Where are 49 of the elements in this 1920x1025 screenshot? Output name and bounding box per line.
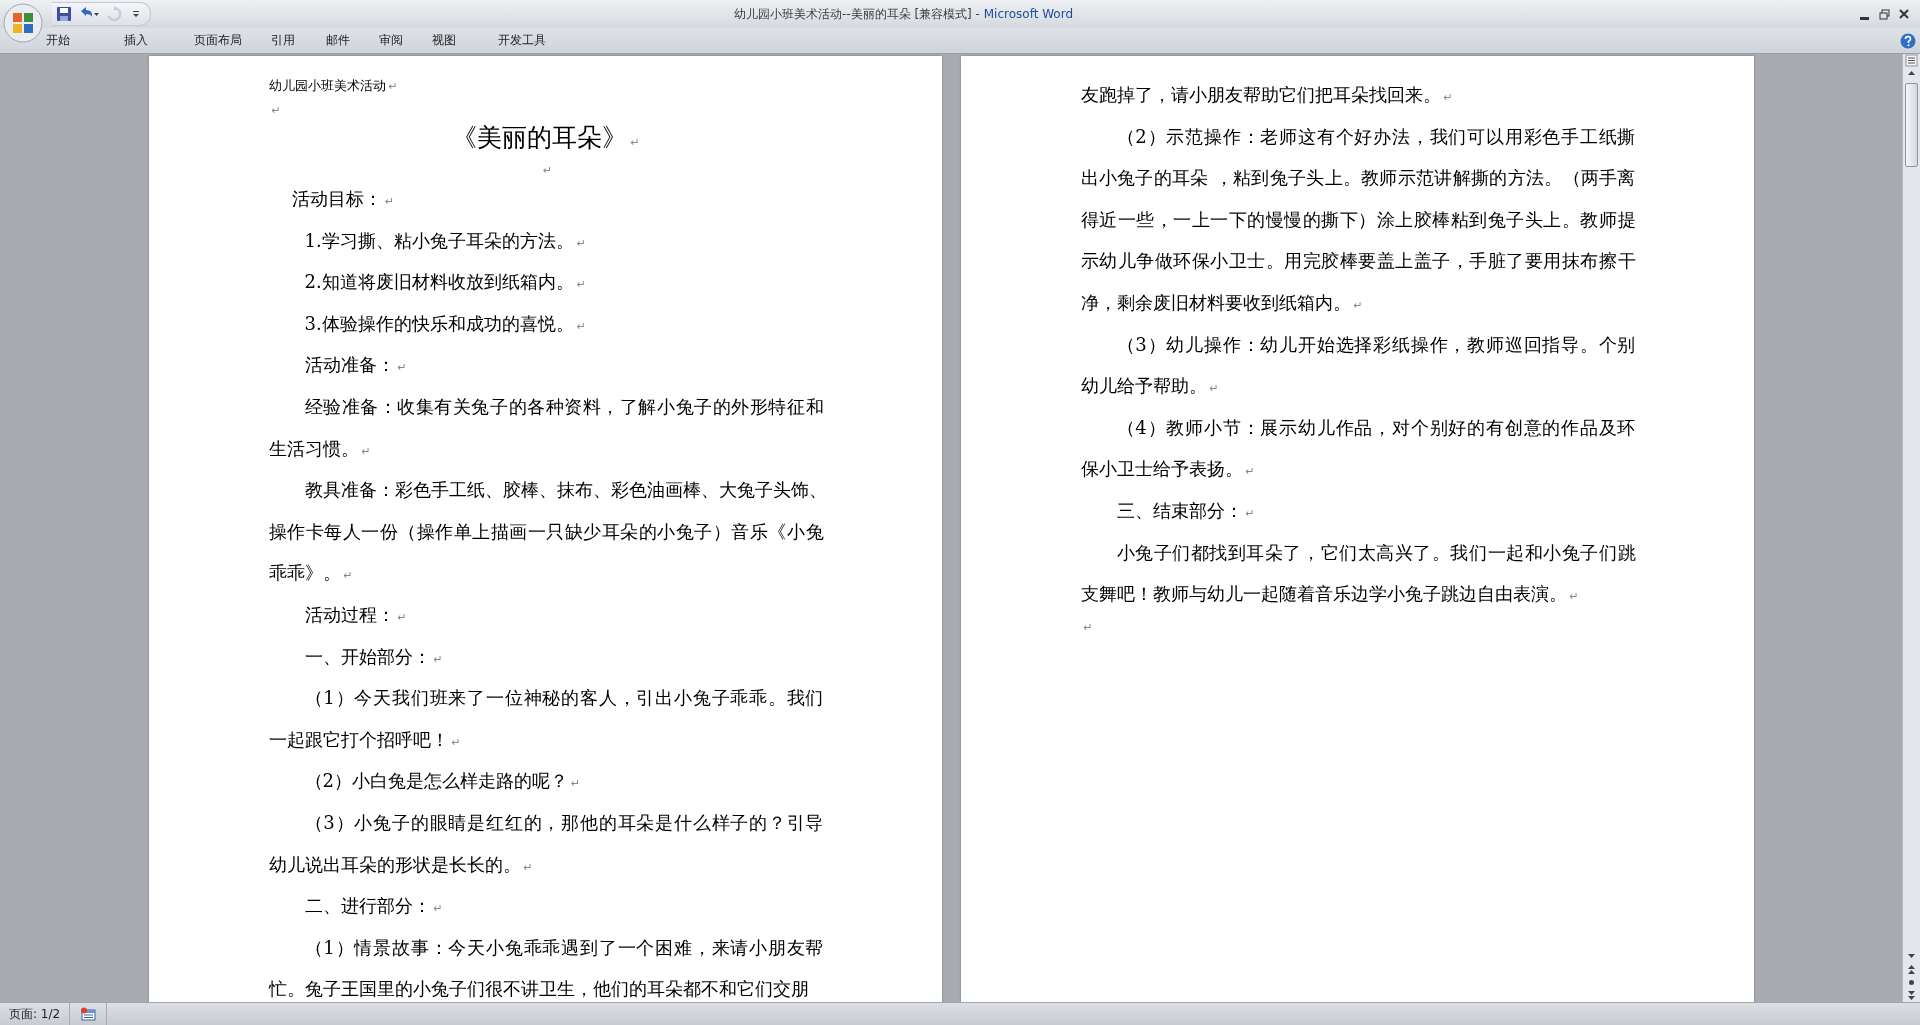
restore-icon (1878, 8, 1890, 20)
paragraph: 2.知道将废旧材料收放到纸箱内。 ↵ (303, 270, 587, 295)
paragraph: 3.体验操作的快乐和成功的喜悦。 ↵ (303, 311, 587, 336)
close-icon (1899, 9, 1909, 19)
save-button[interactable] (56, 6, 72, 22)
paragraph: 1.学习撕、粘小兔子耳朵的方法。 ↵ (303, 228, 587, 253)
paragraph: （2）示范操作：老师这有个好办法，我们可以用彩色手工纸撕 出小兔子的耳朵 ，粘到兔子头上。教师示范讲解撕的方法。（两手离 得近一些，一上一下的慢慢的撕下）涂上胶棒粘到兔子头上。教师提 示幼儿争做环保小卫士。用完胶棒要盖上盖子，手脏了要用抹布擦干 净，剩余废旧材料要收到纸箱内。 ↵ (1080, 124, 1636, 315)
help-icon[interactable] (1900, 32, 1916, 49)
paragraph: （1）情景故事：今天小兔乖乖遇到了一个困难，来请小朋友帮 忙。兔子王国里的小兔子们很不讲卫生，他们的耳朵都不和它们交朋 (268, 935, 824, 1002)
redo-icon (106, 6, 122, 22)
minimize-icon (1859, 16, 1869, 20)
vertical-scrollbar[interactable] (1902, 54, 1920, 1002)
paragraph-mark: ↵ (541, 163, 554, 178)
document-header-text: 幼儿园小班美术活动 ↵ (268, 77, 399, 95)
window-title: 幼儿园小班美术活动--美丽的耳朵 [兼容模式] - Microsoft Word (732, 5, 1075, 23)
section-heading: 活动目标： ↵ (290, 187, 396, 211)
paragraph: 活动过程： ↵ (303, 602, 408, 627)
customize-arrow-icon[interactable] (132, 10, 140, 18)
paragraph: （3）幼儿操作：幼儿开始选择彩纸操作，教师巡回指导。个别 幼儿给予帮助。 ↵ (1080, 332, 1636, 399)
ruler-toggle-icon[interactable] (1905, 54, 1918, 67)
page-count[interactable]: 页面: 1/2 (0, 1003, 71, 1025)
ribbon-tab[interactable]: 开始 (46, 29, 70, 52)
ribbon-tab[interactable]: 审阅 (379, 29, 403, 52)
paragraph: （1）今天我们班来了一位神秘的客人，引出小兔子乖乖。我们 一起跟它打个招呼吧！ ↵ (268, 686, 824, 752)
paragraph: （2）小白兔是怎么样走路的呢？ ↵ (303, 769, 582, 794)
ribbon-tab[interactable]: 开发工具 (498, 29, 546, 52)
ribbon-tab[interactable]: 邮件 (326, 29, 350, 52)
paragraph: （4）教师小节：展示幼儿作品，对个别好的有创意的作品及环 保小卫士给予表扬。 ↵ (1080, 415, 1636, 482)
restore-button[interactable] (1876, 6, 1892, 22)
previous-page-icon[interactable] (1905, 963, 1918, 976)
paragraph: 二、进行部分： ↵ (303, 894, 444, 919)
macro-record-icon (80, 1007, 97, 1021)
paragraph: （3）小兔子的眼睛是红红的，那他的耳朵是什么样子的？引导 幼儿说出耳朵的形状是长长的。 ↵ (268, 810, 824, 877)
ribbon-tab[interactable]: 页面布局 (194, 29, 242, 52)
paragraph: 三、结束部分： ↵ (1115, 498, 1256, 523)
paragraph: 活动准备： ↵ (303, 353, 408, 378)
paragraph-mark: ↵ (1082, 619, 1094, 635)
ribbon-tab[interactable]: 视图 (432, 29, 456, 52)
paragraph: 经验准备：收集有关兔子的各种资料，了解小兔子的外形特征和 生活习惯。 ↵ (268, 394, 824, 461)
scroll-thumb[interactable] (1905, 83, 1918, 167)
document-title: 《美丽的耳朵》↵ (451, 122, 641, 154)
save-icon (56, 6, 72, 22)
paragraph-mark: ↵ (270, 103, 282, 118)
paragraph: 教具准备：彩色手工纸、胶棒、抹布、彩色油画棒、大兔子头饰、 操作卡每人一份（操作单上描画一只缺少耳朵的小兔子）音乐《小兔 乖乖》。 ↵ (268, 478, 824, 586)
paragraph: 友跑掉了，请小朋友帮助它们把耳朵找回来。 ↵ (1080, 83, 1454, 107)
paragraph: 一、开始部分： ↵ (303, 644, 444, 669)
paragraph: 小兔子们都找到耳朵了，它们太高兴了。我们一起和小兔子们跳 支舞吧！教师与幼儿一起随着音乐边学小兔子跳边自由表演。 ↵ (1080, 540, 1636, 607)
ribbon-tab[interactable]: 插入 (124, 29, 148, 52)
ribbon-tab[interactable]: 引用 (271, 29, 295, 52)
